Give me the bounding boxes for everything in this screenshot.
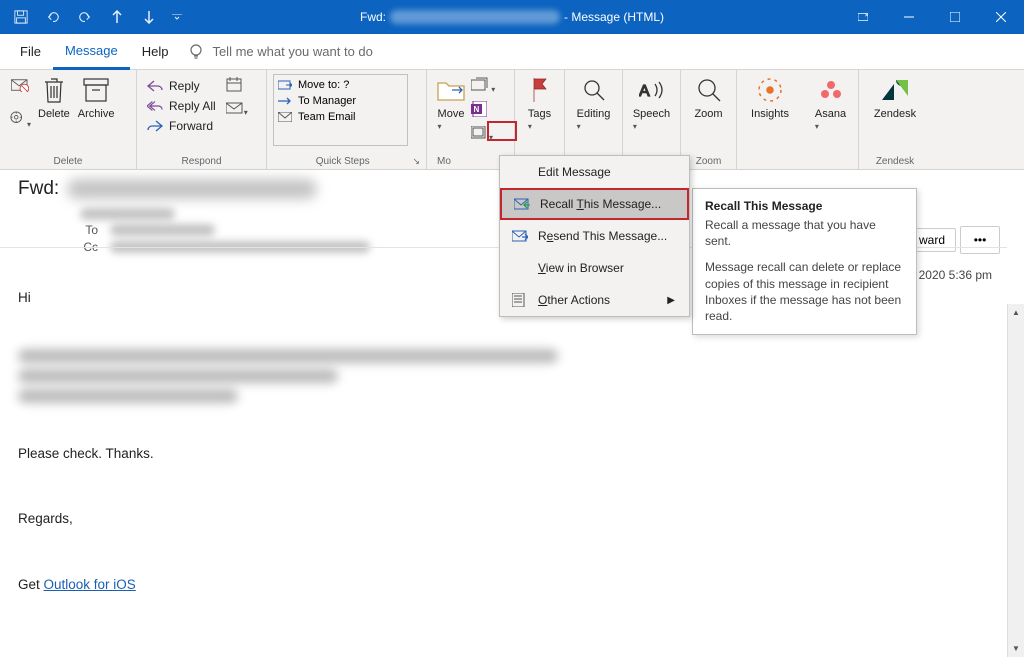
recall-tooltip: Recall This Message Recall a message tha…	[692, 188, 917, 335]
group-insights: Insights	[737, 70, 803, 169]
outlook-ios-link[interactable]: Outlook for iOS	[44, 577, 136, 592]
next-item-button[interactable]	[136, 3, 162, 31]
tags-dropdown[interactable]: Tags▾	[521, 74, 558, 132]
body-regards: Regards,	[18, 508, 1006, 530]
close-button[interactable]	[978, 0, 1024, 34]
tooltip-p1: Recall a message that you have sent.	[705, 217, 904, 249]
lightbulb-icon	[188, 43, 204, 61]
subject-redacted	[67, 179, 317, 199]
search-icon	[580, 76, 608, 104]
reply-all-icon	[147, 98, 163, 114]
reply-all-button[interactable]: Reply All	[143, 96, 220, 116]
ribbon-display-options-button[interactable]	[840, 0, 886, 34]
folder-move-icon	[437, 76, 465, 104]
forward-button[interactable]: Forward	[143, 116, 220, 136]
move-dropdown[interactable]: Move▾	[433, 74, 469, 152]
speech-dropdown[interactable]: A Speech▾	[629, 74, 674, 132]
previous-item-button[interactable]	[104, 3, 130, 31]
title-bar: Fwd: - Message (HTML)	[0, 0, 1024, 34]
group-asana: Asana▾	[803, 70, 859, 169]
svg-text:N: N	[474, 105, 480, 114]
rules-dropdown[interactable]: ▾	[471, 76, 495, 97]
other-actions-icon	[512, 292, 528, 308]
scroll-up-button[interactable]: ▲	[1008, 304, 1024, 321]
customize-toolbar-dropdown[interactable]	[168, 3, 186, 31]
vertical-scrollbar[interactable]: ▲ ▼	[1007, 304, 1024, 657]
insights-icon	[756, 76, 784, 104]
menu-edit-message[interactable]: Edit Message	[500, 156, 689, 188]
undo-button[interactable]	[40, 3, 66, 31]
menu-other-actions[interactable]: Other Actions ▶	[500, 284, 689, 316]
zoom-icon	[695, 76, 723, 104]
asana-icon	[817, 76, 845, 104]
body-check: Please check. Thanks.	[18, 443, 1006, 465]
to-label: To	[80, 223, 98, 237]
group-delete: ▾ Delete Archive Delete	[0, 70, 137, 169]
menu-recall-message[interactable]: Recall This Message...	[500, 188, 689, 220]
archive-icon	[82, 76, 110, 104]
subject-prefix: Fwd:	[18, 178, 59, 200]
tooltip-p2: Message recall can delete or replace cop…	[705, 259, 904, 324]
window-title: Fwd: - Message (HTML)	[360, 10, 664, 24]
insights-button[interactable]: Insights	[743, 74, 797, 120]
reply-button[interactable]: Reply	[143, 76, 220, 96]
group-zendesk: Zendesk Zendesk	[859, 70, 931, 169]
quick-access-toolbar	[0, 3, 186, 31]
tab-help[interactable]: Help	[130, 34, 181, 69]
maximize-button[interactable]	[932, 0, 978, 34]
group-label-quicksteps: Quick Steps↘	[267, 156, 426, 167]
zendesk-button[interactable]: Zendesk	[865, 74, 925, 120]
resend-icon	[512, 228, 528, 244]
tell-me-search[interactable]: Tell me what you want to do	[188, 43, 372, 61]
archive-button[interactable]: Archive	[74, 74, 119, 152]
window-controls	[840, 0, 1024, 34]
ignore-button[interactable]	[11, 78, 29, 97]
group-quicksteps: Move to: ? To Manager Team Email Quick S…	[267, 70, 427, 169]
group-label-zendesk: Zendesk	[859, 156, 931, 167]
delete-button[interactable]: Delete	[34, 74, 74, 152]
zoom-button[interactable]: Zoom	[687, 74, 730, 120]
actions-dropdown[interactable]: ▾	[471, 126, 495, 145]
chevron-right-icon: ▶	[667, 295, 675, 306]
editing-dropdown[interactable]: Editing▾	[571, 74, 616, 132]
reply-icon	[147, 78, 163, 94]
asana-dropdown[interactable]: Asana▾	[809, 74, 852, 132]
group-respond: Reply Reply All Forward ▾ Respond	[137, 70, 267, 169]
dialog-launcher-icon[interactable]: ↘	[412, 156, 420, 167]
quickstep-moveto[interactable]: Move to: ?	[276, 77, 405, 93]
scroll-down-button[interactable]: ▼	[1008, 640, 1024, 657]
tab-file[interactable]: File	[8, 34, 53, 69]
group-label-respond: Respond	[137, 156, 266, 167]
body-signature: Get Outlook for iOS	[18, 574, 1006, 596]
title-redacted	[390, 10, 560, 24]
junk-dropdown[interactable]: ▾	[9, 111, 31, 132]
actions-dropdown-menu: Edit Message Recall This Message... Rese…	[499, 155, 690, 317]
read-aloud-icon: A	[638, 76, 666, 104]
more-respond-button[interactable]: ▾	[226, 101, 248, 120]
save-button[interactable]	[8, 3, 34, 31]
group-label-delete: Delete	[0, 156, 136, 167]
svg-text:A: A	[639, 83, 650, 100]
tooltip-title: Recall This Message	[705, 199, 904, 213]
recall-icon	[514, 196, 530, 212]
menu-view-browser[interactable]: View in Browser	[500, 252, 689, 284]
onenote-button[interactable]: N	[471, 101, 495, 122]
header-more-button[interactable]: •••	[960, 226, 1000, 254]
meeting-button[interactable]	[226, 76, 248, 97]
zendesk-icon	[881, 76, 909, 104]
menu-resend-message[interactable]: Resend This Message...	[500, 220, 689, 252]
tab-message[interactable]: Message	[53, 35, 130, 70]
flag-icon	[526, 76, 554, 104]
trash-icon	[40, 76, 68, 104]
ribbon-tabs: File Message Help Tell me what you want …	[0, 34, 1024, 70]
quickstep-tomanager[interactable]: To Manager	[276, 93, 405, 109]
redo-button[interactable]	[72, 3, 98, 31]
header-action-buttons: ward •••	[908, 226, 1000, 254]
forward-icon	[147, 118, 163, 134]
minimize-button[interactable]	[886, 0, 932, 34]
quickstep-teamemail[interactable]: Team Email	[276, 109, 405, 125]
